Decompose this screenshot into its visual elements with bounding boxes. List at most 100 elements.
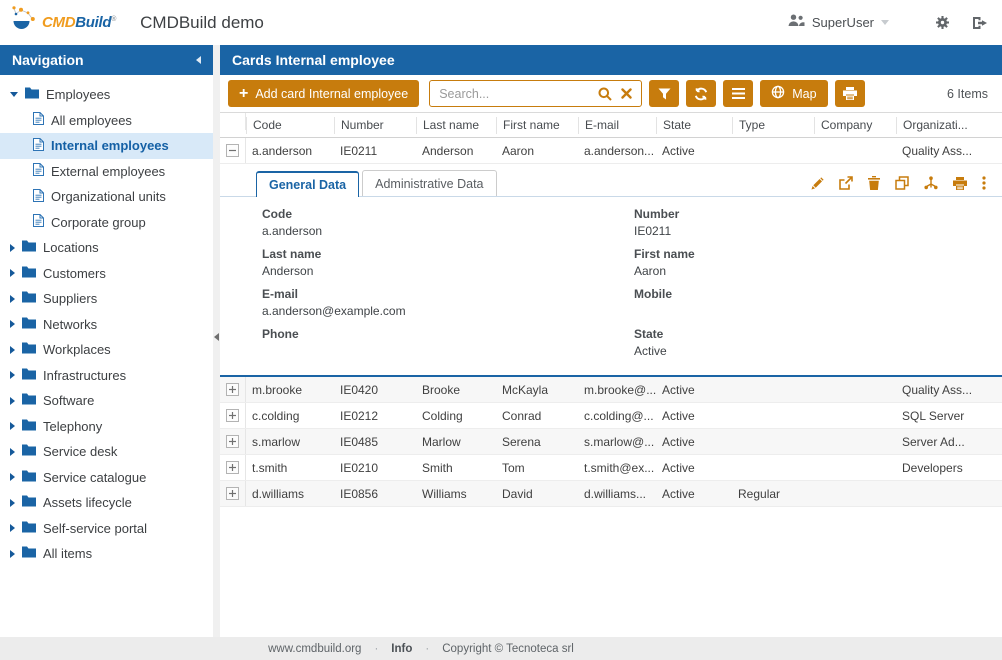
cmdbuild-wordmark: CMDBuild® (42, 14, 116, 31)
column-header-company[interactable]: Company (814, 117, 896, 134)
cell-last-name: Marlow (416, 435, 496, 449)
cell-first-name: Serena (496, 435, 578, 449)
folder-icon (22, 495, 36, 510)
tree-group-label: Networks (43, 317, 97, 332)
username-menu[interactable]: SuperUser (812, 15, 874, 30)
plus-icon: + (239, 86, 248, 102)
tree-group-item[interactable]: Service catalogue (0, 465, 213, 491)
footer-info-link[interactable]: Info (391, 643, 412, 655)
tree-leaf-item[interactable]: Internal employees (0, 133, 213, 159)
cell-number: IE0856 (334, 487, 416, 501)
card-field-label: State (634, 327, 1002, 341)
card-field-label: Phone (262, 327, 634, 341)
cell-email: a.anderson... (578, 144, 656, 158)
logout-button[interactable] (972, 16, 988, 30)
sidebar-collapse-icon[interactable] (196, 56, 201, 64)
tree-group-employees[interactable]: Employees (0, 82, 213, 108)
column-header-first-name[interactable]: First name (496, 117, 578, 134)
more-options-icon[interactable] (982, 176, 986, 190)
caret-collapsed-icon (10, 448, 15, 456)
card-tab[interactable]: General Data (256, 171, 359, 197)
expand-row-icon[interactable] (226, 435, 239, 448)
filter-button[interactable] (649, 80, 679, 107)
tree-leaf-label: Organizational units (51, 189, 166, 204)
card-field: Phone (262, 327, 634, 358)
tree-group-item[interactable]: All items (0, 541, 213, 567)
edit-pencil-icon[interactable] (811, 177, 824, 190)
table-row[interactable]: m.brooke IE0420 Brooke McKayla m.brooke@… (220, 377, 1002, 403)
document-icon (33, 163, 44, 179)
cell-type: Regular (732, 487, 814, 501)
clone-copy-icon[interactable] (895, 176, 909, 190)
list-menu-button[interactable] (723, 80, 753, 107)
column-header-last-name[interactable]: Last name (416, 117, 496, 134)
splitter-collapse-icon[interactable] (214, 333, 219, 341)
search-icon[interactable] (598, 87, 612, 101)
cell-number: IE0485 (334, 435, 416, 449)
table-row[interactable]: c.colding IE0212 Colding Conrad c.coldin… (220, 403, 1002, 429)
refresh-button[interactable] (686, 80, 716, 107)
tree-leaf-item[interactable]: Corporate group (0, 210, 213, 236)
settings-gear-button[interactable] (935, 15, 950, 30)
tree-group-item[interactable]: Self-service portal (0, 516, 213, 542)
delete-trash-icon[interactable] (868, 176, 880, 190)
card-tab[interactable]: Administrative Data (362, 170, 496, 196)
tree-group-item[interactable]: Locations (0, 235, 213, 261)
map-label: Map (792, 87, 816, 101)
table-row-expanded[interactable]: a.anderson IE0211 Anderson Aaron a.ander… (220, 138, 1002, 164)
sidebar-splitter[interactable] (213, 45, 220, 637)
collapse-row-icon[interactable] (226, 144, 239, 157)
folder-icon (22, 266, 36, 281)
tree-group-item[interactable]: Workplaces (0, 337, 213, 363)
tree-group-label: Employees (46, 87, 110, 102)
tree-group-item[interactable]: Infrastructures (0, 363, 213, 389)
print-button[interactable] (835, 80, 865, 107)
column-header-number[interactable]: Number (334, 117, 416, 134)
caret-collapsed-icon (10, 473, 15, 481)
card-field: E-mail a.anderson@example.com (262, 287, 634, 318)
search-input[interactable] (439, 87, 589, 101)
open-external-icon[interactable] (839, 176, 853, 190)
card-actions (811, 176, 1002, 196)
card-field-label: Mobile (634, 287, 1002, 301)
cell-state: Active (656, 487, 732, 501)
footer-site-link[interactable]: www.cmdbuild.org (268, 643, 361, 655)
expand-row-icon[interactable] (226, 409, 239, 422)
print-card-icon[interactable] (953, 177, 967, 190)
expand-row-icon[interactable] (226, 461, 239, 474)
column-header-email[interactable]: E-mail (578, 117, 656, 134)
card-field-value (634, 304, 1002, 318)
folder-icon (22, 240, 36, 255)
add-card-button[interactable]: + Add card Internal employee (228, 80, 419, 107)
column-header-organization[interactable]: Organizati... (896, 117, 1002, 134)
column-header-type[interactable]: Type (732, 117, 814, 134)
clear-search-icon[interactable] (621, 88, 632, 99)
expand-row-icon[interactable] (226, 487, 239, 500)
tree-group-item[interactable]: Telephony (0, 414, 213, 440)
tree-leaf-item[interactable]: All employees (0, 108, 213, 134)
users-icon (788, 14, 805, 32)
table-row[interactable]: t.smith IE0210 Smith Tom t.smith@ex... A… (220, 455, 1002, 481)
tree-group-item[interactable]: Suppliers (0, 286, 213, 312)
tree-leaf-item[interactable]: Organizational units (0, 184, 213, 210)
table-row[interactable]: s.marlow IE0485 Marlow Serena s.marlow@.… (220, 429, 1002, 455)
table-row[interactable]: d.williams IE0856 Williams David d.willi… (220, 481, 1002, 507)
tree-group-item[interactable]: Assets lifecycle (0, 490, 213, 516)
navigation-title: Navigation (12, 52, 84, 68)
cards-toolbar: + Add card Internal employee (220, 75, 1002, 112)
tree-leaf-item[interactable]: External employees (0, 159, 213, 185)
tree-group-item[interactable]: Service desk (0, 439, 213, 465)
tree-group-label: Suppliers (43, 291, 97, 306)
tree-group-item[interactable]: Software (0, 388, 213, 414)
tree-group-item[interactable]: Customers (0, 261, 213, 287)
table-header: Code Number Last name First name E-mail … (220, 112, 1002, 138)
document-icon (33, 189, 44, 205)
relations-graph-icon[interactable] (924, 176, 938, 190)
column-header-code[interactable]: Code (246, 117, 334, 134)
tree-group-item[interactable]: Networks (0, 312, 213, 338)
expand-row-icon[interactable] (226, 383, 239, 396)
column-header-state[interactable]: State (656, 117, 732, 134)
chevron-down-icon[interactable] (881, 20, 889, 25)
map-button[interactable]: Map (760, 80, 827, 107)
folder-icon (22, 444, 36, 459)
